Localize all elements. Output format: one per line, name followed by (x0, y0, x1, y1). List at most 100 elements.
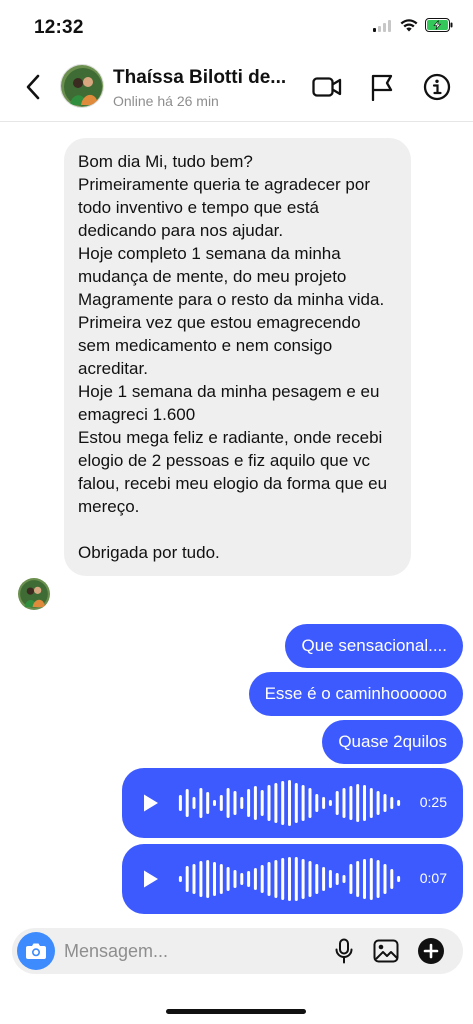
signal-icon (373, 19, 393, 37)
gallery-button[interactable] (371, 936, 401, 966)
waveform-bar (363, 785, 366, 821)
contact-avatar[interactable] (60, 64, 104, 108)
waveform-bar (335, 873, 339, 885)
waveform-bar (240, 873, 244, 885)
status-bar: 12:32 (0, 0, 473, 50)
waveform-bar (253, 786, 257, 820)
waveform-bar (288, 780, 291, 826)
waveform-bar (383, 864, 387, 894)
waveform-bar (315, 794, 319, 812)
microphone-icon (335, 938, 353, 964)
waveform-bar (390, 869, 394, 889)
waveform-bar (213, 862, 216, 896)
waveform-bar (376, 860, 380, 898)
play-icon[interactable] (142, 869, 160, 889)
contact-status: Online há 26 min (113, 93, 219, 109)
waveform-bar (335, 791, 339, 815)
outgoing-message[interactable]: Esse é o caminhoooooo (248, 672, 463, 716)
video-call-button[interactable] (311, 71, 343, 103)
info-icon (423, 73, 451, 101)
waveform-bar (349, 786, 353, 820)
waveform-bar (322, 867, 326, 891)
sender-avatar[interactable] (18, 578, 50, 610)
report-flag-icon (371, 74, 393, 101)
waveform-bar (274, 860, 278, 898)
waveform-bar (178, 795, 182, 811)
back-button[interactable] (18, 70, 48, 104)
waveform-bar (233, 791, 237, 815)
waveform-bar (226, 867, 230, 891)
waveform-bar (369, 788, 373, 818)
outgoing-message[interactable]: Que sensacional.... (285, 624, 463, 668)
waveform-bar (192, 797, 196, 809)
message-input[interactable] (64, 928, 304, 974)
waveform-bar (288, 857, 291, 901)
wifi-icon (400, 18, 418, 37)
message-line: Hoje 1 semana da minha pesagem e eu emag… (78, 382, 380, 424)
waveform-bar (301, 859, 305, 899)
play-icon[interactable] (142, 793, 160, 813)
waveform-bar (281, 781, 285, 825)
waveform-bar (219, 864, 223, 894)
voice-message[interactable]: 0:25 (122, 768, 463, 838)
waveform-bar (267, 785, 271, 821)
waveform-bar (260, 865, 264, 893)
more-options-button[interactable] (416, 936, 446, 966)
waveform[interactable] (177, 776, 402, 830)
waveform-bar (185, 866, 189, 892)
waveform-bar (342, 788, 346, 818)
message-thread[interactable]: Bom dia Mi, tudo bem? Primeiramente quer… (0, 122, 473, 922)
voice-duration: 0:07 (419, 870, 447, 886)
voice-message[interactable]: 0:07 (122, 844, 463, 914)
waveform-bar (294, 783, 298, 823)
waveform-bar (206, 860, 210, 898)
waveform-bar (328, 800, 332, 806)
waveform-bar (294, 857, 298, 901)
waveform-bar (247, 789, 251, 817)
waveform-bar (383, 794, 387, 812)
waveform-bar (253, 868, 257, 890)
message-composer (12, 928, 463, 974)
message-line: Bom dia Mi, tudo bem? (78, 152, 253, 171)
waveform-bar (397, 876, 401, 882)
message-line: Primeira vez que estou emagrecendo sem m… (78, 313, 361, 378)
waveform-bar (328, 870, 332, 888)
status-time: 12:32 (34, 17, 84, 38)
waveform[interactable] (177, 852, 402, 906)
contact-name[interactable]: Thaíssa Bilotti de... (113, 67, 286, 89)
waveform-bar (260, 790, 264, 816)
video-call-icon (312, 77, 342, 97)
waveform-bar (363, 859, 366, 899)
waveform-bar (274, 783, 278, 823)
waveform-bar (356, 784, 360, 822)
chat-header: Thaíssa Bilotti de... Online há 26 min (0, 52, 473, 122)
plus-circle-icon (418, 938, 444, 964)
message-line: Estou mega feliz e radiante, onde recebi… (78, 428, 388, 516)
message-line: Primeiramente queria te agradecer por to… (78, 175, 370, 240)
waveform-bar (342, 875, 346, 883)
message-line: Obrigada por tudo. (78, 543, 220, 562)
waveform-bar (192, 864, 196, 894)
waveform-bar (301, 785, 305, 821)
waveform-bar (369, 858, 373, 900)
waveform-bar (376, 791, 380, 815)
info-button[interactable] (421, 71, 453, 103)
microphone-button[interactable] (329, 936, 359, 966)
waveform-bar (199, 788, 203, 818)
battery-charging-icon (425, 18, 453, 37)
waveform-bar (178, 876, 182, 882)
camera-icon (26, 943, 46, 959)
report-button[interactable] (366, 71, 398, 103)
image-icon (373, 939, 399, 963)
waveform-bar (315, 864, 319, 894)
waveform-bar (390, 797, 394, 809)
waveform-bar (199, 861, 203, 897)
outgoing-message[interactable]: Quase 2quilos (322, 720, 463, 764)
status-icons (373, 18, 453, 37)
message-line: Hoje completo 1 semana da minha mudança … (78, 244, 385, 309)
camera-button[interactable] (17, 932, 55, 970)
waveform-bar (267, 862, 271, 896)
waveform-bar (206, 792, 210, 814)
incoming-message[interactable]: Bom dia Mi, tudo bem? Primeiramente quer… (64, 138, 411, 576)
